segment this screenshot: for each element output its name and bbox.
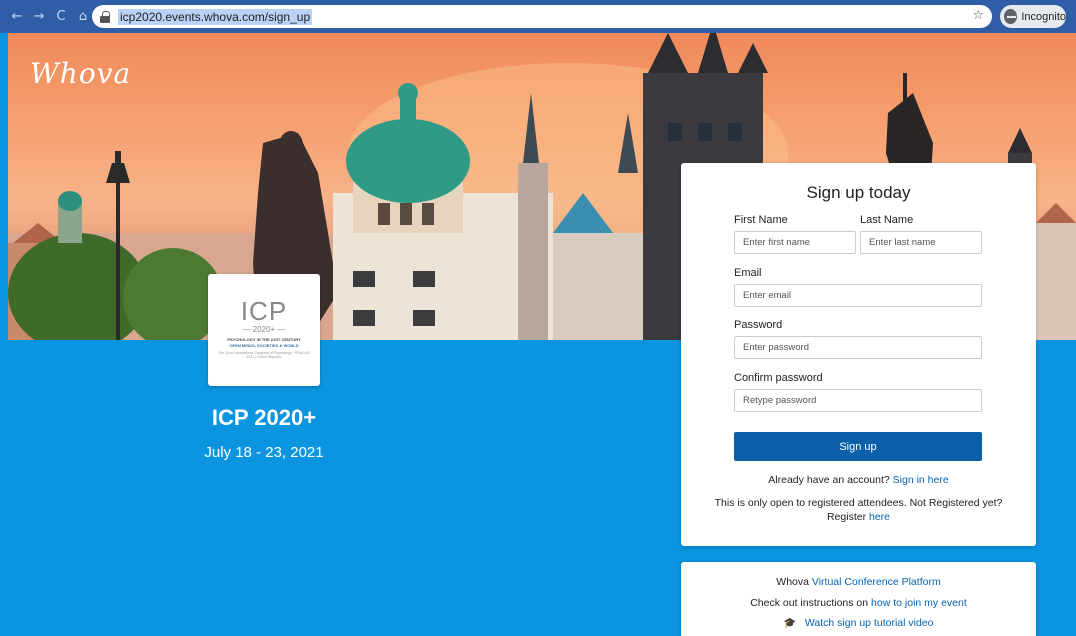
event-title: ICP 2020+ (211, 405, 317, 430)
whova-logo[interactable]: Whova (30, 57, 131, 90)
signup-card: Sign up today First Name Last Name Email… (681, 163, 1036, 546)
video-line[interactable]: 🎓 Watch sign up tutorial video (681, 617, 1036, 629)
password-label: Password (734, 319, 783, 331)
email-label: Email (734, 267, 762, 279)
event-logo-tagline: PSYCHOLOGY IN THE 21ST CENTURY (227, 337, 301, 342)
sign-up-button[interactable]: Sign up (734, 432, 982, 461)
platform-link[interactable]: Virtual Conference Platform (812, 576, 941, 588)
reload-icon[interactable]: C (52, 8, 70, 26)
page-body: Whova ICP — 2020+ — PSYCHOLOGY IN THE 21… (8, 33, 1076, 636)
event-logo-footnote: The 32nd International Congress of Psych… (218, 351, 310, 359)
event-logo-acronym: ICP (240, 296, 288, 326)
event-logo-year: — 2020+ — (242, 325, 286, 334)
platform-line: Whova Virtual Conference Platform (681, 576, 1036, 588)
url-text[interactable]: icp2020.events.whova.com/sign_up (118, 8, 313, 25)
email-input[interactable] (734, 284, 982, 307)
confirm-password-input[interactable] (734, 389, 982, 412)
signup-heading: Sign up today (806, 183, 911, 202)
sign-in-link[interactable]: Sign in here (893, 474, 949, 486)
register-link[interactable]: here (869, 511, 890, 523)
last-name-input[interactable] (860, 231, 982, 254)
have-account-text: Already have an account? (768, 474, 890, 486)
home-icon[interactable]: ⌂ (74, 8, 92, 26)
bookmark-star-icon[interactable]: ☆ (972, 8, 984, 23)
incognito-badge[interactable]: Incognito (1000, 5, 1066, 28)
last-name-label: Last Name (860, 214, 914, 226)
first-name-input[interactable] (734, 231, 856, 254)
platform-prefix: Whova (776, 576, 809, 588)
browser-toolbar: ← → C ⌂ icp2020.events.whova.com/sign_up… (0, 0, 1076, 33)
instructions-prefix: Check out instructions on (750, 597, 869, 609)
instructions-line: Check out instructions on how to join my… (681, 597, 1036, 609)
incognito-label: Incognito (1021, 10, 1066, 23)
address-bar[interactable]: icp2020.events.whova.com/sign_up ☆ (92, 5, 992, 28)
forward-icon[interactable]: → (30, 8, 48, 26)
tutorial-video-link[interactable]: Watch sign up tutorial video (805, 617, 934, 629)
register-line: Register here (681, 510, 1036, 524)
first-name-label: First Name (734, 214, 788, 226)
graduation-cap-icon: 🎓 (783, 618, 796, 629)
back-icon[interactable]: ← (8, 8, 26, 26)
incognito-icon (1004, 9, 1018, 24)
how-to-join-link[interactable]: how to join my event (871, 597, 967, 609)
password-input[interactable] (734, 336, 982, 359)
register-text: Register (826, 511, 867, 523)
registration-notice: This is only open to registered attendee… (714, 497, 1003, 509)
event-dates: July 18 - 23, 2021 (204, 444, 324, 461)
lock-icon (100, 10, 110, 23)
confirm-password-label: Confirm password (734, 372, 823, 384)
event-logo-subtagline: OPEN MINDS, SOCIETIES & WORLD (229, 343, 299, 348)
have-account-line: Already have an account? Sign in here (681, 473, 1036, 487)
event-logo: ICP — 2020+ — PSYCHOLOGY IN THE 21ST CEN… (208, 274, 320, 386)
nav-buttons: ← → C ⌂ (8, 8, 92, 26)
info-card: Whova Virtual Conference Platform Check … (681, 562, 1036, 636)
